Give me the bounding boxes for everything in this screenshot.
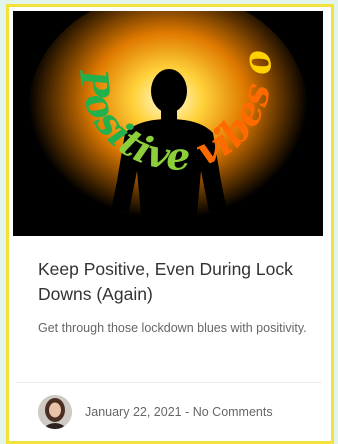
post-date[interactable]: January 22, 2021 (85, 405, 182, 419)
featured-image[interactable]: Positive vibes only (13, 11, 323, 236)
positive-vibes-illustration: Positive vibes only (13, 11, 323, 236)
post-excerpt: Get through those lockdown blues with po… (38, 321, 307, 335)
author-portrait (38, 395, 72, 429)
author-avatar[interactable] (38, 395, 72, 429)
post-title[interactable]: Keep Positive, Even During Lock Downs (A… (38, 257, 318, 307)
meta-separator: - (181, 405, 193, 419)
comments-link[interactable]: No Comments (193, 405, 273, 419)
post-meta: January 22, 2021 - No Comments (85, 405, 273, 419)
divider (16, 382, 322, 383)
